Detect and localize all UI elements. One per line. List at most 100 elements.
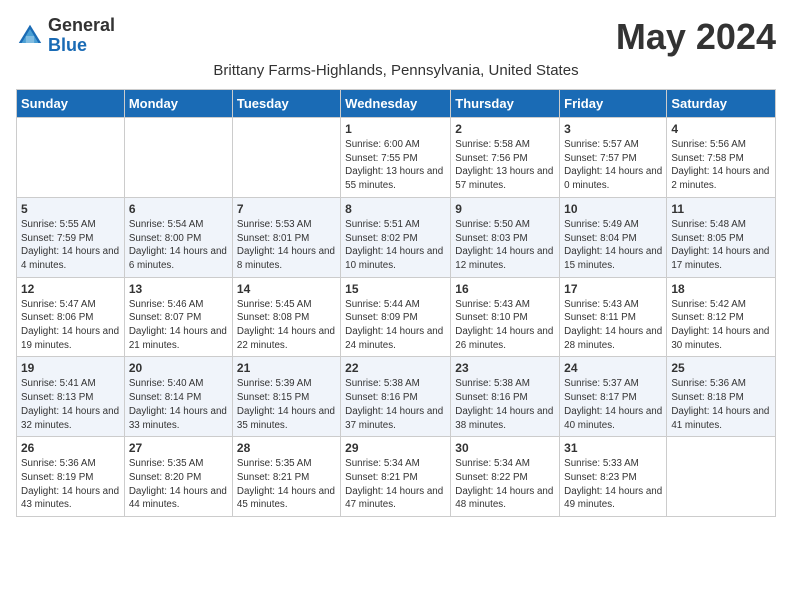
calendar-cell: 3 Sunrise: 5:57 AM Sunset: 7:57 PM Daylig… <box>560 118 667 198</box>
day-number: 7 <box>237 202 336 216</box>
day-number: 4 <box>671 122 771 136</box>
day-number: 18 <box>671 282 771 296</box>
day-info: Sunrise: 5:46 AM Sunset: 8:07 PM Dayligh… <box>129 298 228 353</box>
day-info: Sunrise: 5:43 AM Sunset: 8:10 PM Dayligh… <box>455 298 555 353</box>
day-info: Sunrise: 5:39 AM Sunset: 8:15 PM Dayligh… <box>237 377 336 432</box>
day-number: 20 <box>129 361 228 375</box>
day-info: Sunrise: 5:40 AM Sunset: 8:14 PM Dayligh… <box>129 377 228 432</box>
day-number: 2 <box>455 122 555 136</box>
day-number: 10 <box>564 202 662 216</box>
calendar-cell: 24Sunrise: 5:37 AM Sunset: 8:17 PM Dayli… <box>560 357 667 437</box>
day-number: 21 <box>237 361 336 375</box>
calendar-header-monday: Monday <box>124 90 232 118</box>
day-number: 13 <box>129 282 228 296</box>
day-info: Sunrise: 5:55 AM Sunset: 7:59 PM Dayligh… <box>21 218 120 273</box>
day-number: 1 <box>345 122 446 136</box>
day-number: 6 <box>129 202 228 216</box>
calendar-cell: 16 Sunrise: 5:43 AM Sunset: 8:10 PM Dayli… <box>451 277 560 357</box>
day-info: Sunrise: 5:35 AM Sunset: 8:20 PM Dayligh… <box>129 457 228 512</box>
calendar-cell: 2 Sunrise: 5:58 AM Sunset: 7:56 PM Daylig… <box>451 118 560 198</box>
day-info: Sunrise: 5:49 AM Sunset: 8:04 PM Dayligh… <box>564 218 662 273</box>
day-info: Sunrise: 5:57 AM Sunset: 7:57 PM Dayligh… <box>564 138 662 193</box>
calendar-week-3: 12 Sunrise: 5:47 AM Sunset: 8:06 PM Dayli… <box>17 277 776 357</box>
day-number: 16 <box>455 282 555 296</box>
day-number: 30 <box>455 441 555 455</box>
calendar-week-5: 26Sunrise: 5:36 AM Sunset: 8:19 PM Dayli… <box>17 437 776 517</box>
calendar-cell: 28 Sunrise: 5:35 AM Sunset: 8:21 PM Dayli… <box>232 437 340 517</box>
day-info: Sunrise: 5:38 AM Sunset: 8:16 PM Dayligh… <box>345 377 446 432</box>
calendar-cell: 22 Sunrise: 5:38 AM Sunset: 8:16 PM Dayli… <box>341 357 451 437</box>
calendar-cell: 13 Sunrise: 5:46 AM Sunset: 8:07 PM Dayli… <box>124 277 232 357</box>
day-number: 8 <box>345 202 446 216</box>
day-info: Sunrise: 5:44 AM Sunset: 8:09 PM Dayligh… <box>345 298 446 353</box>
day-info: Sunrise: 5:35 AM Sunset: 8:21 PM Dayligh… <box>237 457 336 512</box>
day-info: Sunrise: 5:36 AM Sunset: 8:18 PM Dayligh… <box>671 377 771 432</box>
day-info: Sunrise: 5:56 AM Sunset: 7:58 PM Dayligh… <box>671 138 771 193</box>
calendar-header-sunday: Sunday <box>17 90 125 118</box>
page-header: General Blue May 2024 <box>16 16 776 58</box>
day-number: 3 <box>564 122 662 136</box>
day-number: 25 <box>671 361 771 375</box>
calendar-cell: 21 Sunrise: 5:39 AM Sunset: 8:15 PM Dayli… <box>232 357 340 437</box>
day-info: Sunrise: 5:51 AM Sunset: 8:02 PM Dayligh… <box>345 218 446 273</box>
calendar-header-thursday: Thursday <box>451 90 560 118</box>
day-number: 31 <box>564 441 662 455</box>
day-info: Sunrise: 5:34 AM Sunset: 8:21 PM Dayligh… <box>345 457 446 512</box>
calendar-cell: 19 Sunrise: 5:41 AM Sunset: 8:13 PM Dayli… <box>17 357 125 437</box>
month-title: May 2024 <box>616 16 776 58</box>
day-info: Sunrise: 5:53 AM Sunset: 8:01 PM Dayligh… <box>237 218 336 273</box>
day-number: 19 <box>21 361 120 375</box>
calendar-cell: 5 Sunrise: 5:55 AM Sunset: 7:59 PM Daylig… <box>17 197 125 277</box>
day-number: 12 <box>21 282 120 296</box>
day-info: Sunrise: 5:45 AM Sunset: 8:08 PM Dayligh… <box>237 298 336 353</box>
calendar-header-tuesday: Tuesday <box>232 90 340 118</box>
calendar-cell: 20 Sunrise: 5:40 AM Sunset: 8:14 PM Dayli… <box>124 357 232 437</box>
calendar-cell: 12 Sunrise: 5:47 AM Sunset: 8:06 PM Dayli… <box>17 277 125 357</box>
logo-general: General <box>48 16 115 36</box>
calendar-week-2: 5 Sunrise: 5:55 AM Sunset: 7:59 PM Daylig… <box>17 197 776 277</box>
day-info: Sunrise: 5:41 AM Sunset: 8:13 PM Dayligh… <box>21 377 120 432</box>
day-number: 23 <box>455 361 555 375</box>
calendar-cell: 23 Sunrise: 5:38 AM Sunset: 8:16 PM Dayli… <box>451 357 560 437</box>
calendar-cell: 11 Sunrise: 5:48 AM Sunset: 8:05 PM Dayli… <box>667 197 776 277</box>
calendar-table: SundayMondayTuesdayWednesdayThursdayFrid… <box>16 89 776 517</box>
calendar-header-friday: Friday <box>560 90 667 118</box>
day-info: Sunrise: 5:54 AM Sunset: 8:00 PM Dayligh… <box>129 218 228 273</box>
calendar-cell: 9Sunrise: 5:50 AM Sunset: 8:03 PM Daylig… <box>451 197 560 277</box>
day-number: 15 <box>345 282 446 296</box>
day-number: 22 <box>345 361 446 375</box>
day-info: Sunrise: 5:38 AM Sunset: 8:16 PM Dayligh… <box>455 377 555 432</box>
calendar-cell: 25 Sunrise: 5:36 AM Sunset: 8:18 PM Dayli… <box>667 357 776 437</box>
logo: General Blue <box>16 16 115 56</box>
calendar-cell <box>124 118 232 198</box>
day-number: 26 <box>21 441 120 455</box>
calendar-cell: 6 Sunrise: 5:54 AM Sunset: 8:00 PM Daylig… <box>124 197 232 277</box>
calendar-cell <box>667 437 776 517</box>
calendar-cell: 8 Sunrise: 5:51 AM Sunset: 8:02 PM Daylig… <box>341 197 451 277</box>
calendar-cell: 26Sunrise: 5:36 AM Sunset: 8:19 PM Dayli… <box>17 437 125 517</box>
day-number: 14 <box>237 282 336 296</box>
day-info: Sunrise: 5:42 AM Sunset: 8:12 PM Dayligh… <box>671 298 771 353</box>
logo-text: General Blue <box>48 16 115 56</box>
calendar-cell: 1 Sunrise: 6:00 AM Sunset: 7:55 PM Daylig… <box>341 118 451 198</box>
day-number: 11 <box>671 202 771 216</box>
calendar-cell: 27Sunrise: 5:35 AM Sunset: 8:20 PM Dayli… <box>124 437 232 517</box>
calendar-cell: 30 Sunrise: 5:34 AM Sunset: 8:22 PM Dayli… <box>451 437 560 517</box>
day-number: 28 <box>237 441 336 455</box>
logo-blue: Blue <box>48 36 115 56</box>
calendar-cell: 31Sunrise: 5:33 AM Sunset: 8:23 PM Dayli… <box>560 437 667 517</box>
day-info: Sunrise: 5:34 AM Sunset: 8:22 PM Dayligh… <box>455 457 555 512</box>
calendar-week-4: 19 Sunrise: 5:41 AM Sunset: 8:13 PM Dayli… <box>17 357 776 437</box>
day-info: Sunrise: 5:48 AM Sunset: 8:05 PM Dayligh… <box>671 218 771 273</box>
day-info: Sunrise: 6:00 AM Sunset: 7:55 PM Dayligh… <box>345 138 446 193</box>
calendar-cell: 10 Sunrise: 5:49 AM Sunset: 8:04 PM Dayli… <box>560 197 667 277</box>
calendar-cell <box>17 118 125 198</box>
day-number: 5 <box>21 202 120 216</box>
calendar-cell: 17Sunrise: 5:43 AM Sunset: 8:11 PM Dayli… <box>560 277 667 357</box>
day-info: Sunrise: 5:58 AM Sunset: 7:56 PM Dayligh… <box>455 138 555 193</box>
day-number: 17 <box>564 282 662 296</box>
calendar-cell: 29Sunrise: 5:34 AM Sunset: 8:21 PM Dayli… <box>341 437 451 517</box>
day-info: Sunrise: 5:47 AM Sunset: 8:06 PM Dayligh… <box>21 298 120 353</box>
day-number: 9 <box>455 202 555 216</box>
calendar-cell: 7 Sunrise: 5:53 AM Sunset: 8:01 PM Daylig… <box>232 197 340 277</box>
